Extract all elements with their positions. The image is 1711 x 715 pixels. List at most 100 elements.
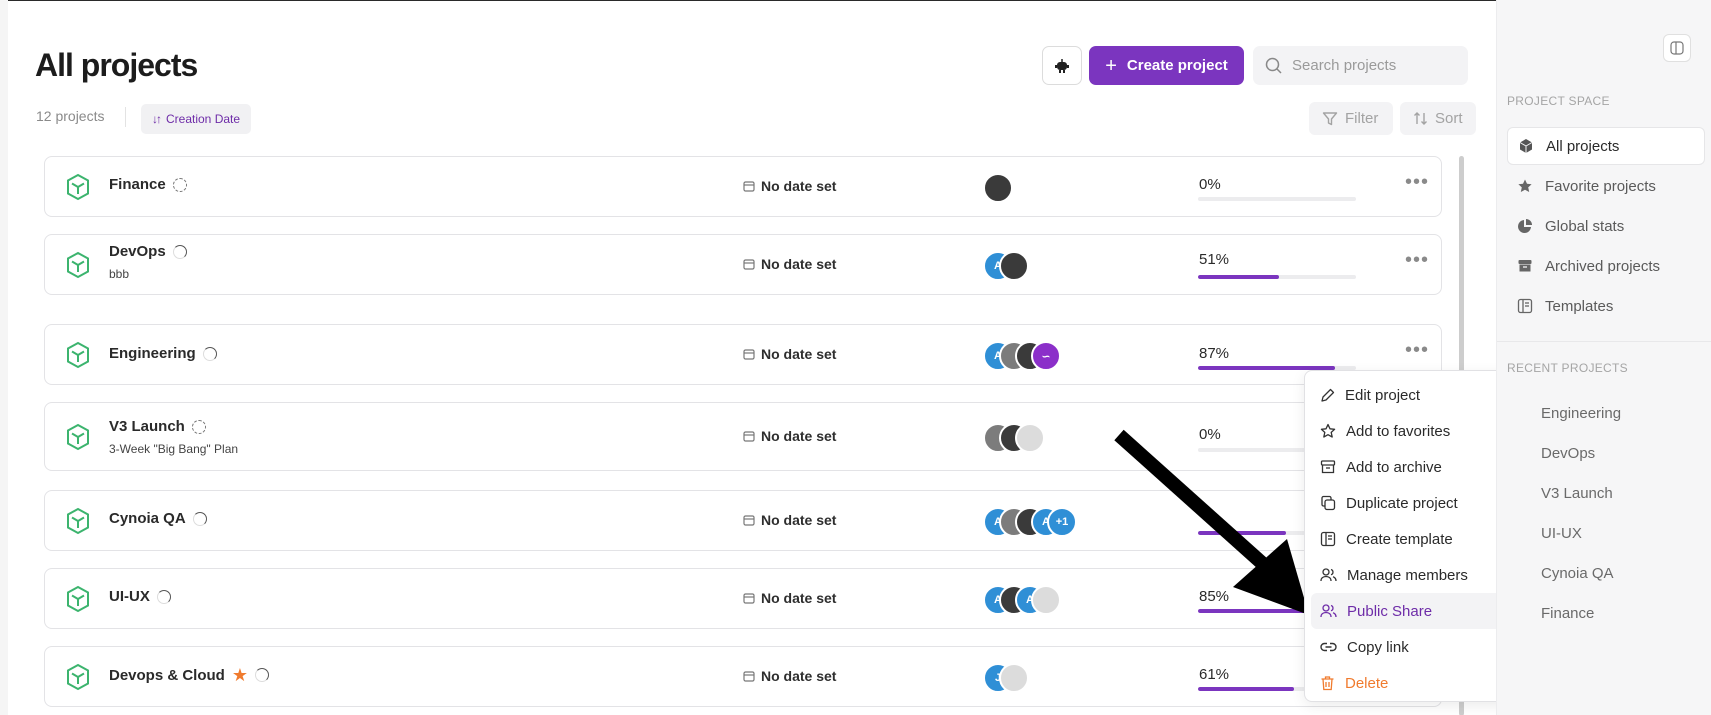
status-icon [156, 589, 171, 604]
member-avatars[interactable]: AA [983, 585, 1061, 615]
project-name-text: V3 Launch [109, 418, 185, 435]
project-name-text: Finance [109, 176, 166, 193]
more-options-button[interactable]: ••• [1405, 339, 1429, 362]
member-avatars[interactable] [983, 423, 1045, 453]
progress-percent: 87% [1199, 345, 1230, 362]
recent-project-link[interactable]: V3 Launch [1541, 485, 1613, 502]
nav-archived-projects[interactable]: Archived projects [1507, 247, 1705, 285]
menu-item-label: Create template [1346, 530, 1453, 548]
project-name: V3 Launch [109, 418, 206, 435]
cube-icon [1519, 139, 1533, 153]
search-box[interactable] [1253, 46, 1468, 85]
sort-chip[interactable]: ↓↑ Creation Date [141, 104, 252, 134]
menu-item-label: Manage members [1347, 566, 1468, 584]
recent-project-link[interactable]: Engineering [1541, 405, 1621, 422]
due-date-text: No date set [761, 428, 837, 444]
due-date: No date set [743, 178, 836, 194]
panel-toggle-icon [1670, 41, 1684, 55]
recent-project-link[interactable]: UI-UX [1541, 525, 1582, 542]
member-avatars[interactable]: A [983, 251, 1029, 281]
project-cube-icon [67, 173, 89, 201]
nav-favorite-projects[interactable]: Favorite projects [1507, 167, 1705, 205]
section-title-project-space: PROJECT SPACE [1507, 94, 1610, 108]
favorite-star-icon: ★ [231, 665, 248, 685]
member-avatars[interactable]: A A +1 [983, 507, 1077, 537]
filter-label: Filter [1345, 110, 1379, 127]
ai-assistant-button[interactable] [1042, 46, 1082, 85]
recent-project-link[interactable]: Finance [1541, 605, 1594, 622]
nav-global-stats[interactable]: Global stats [1507, 207, 1705, 245]
progress-fill [1198, 275, 1279, 279]
due-date-text: No date set [761, 346, 837, 362]
project-row-devops[interactable]: DevOps bbb No date set A 51% ••• [44, 234, 1442, 295]
project-row-finance[interactable]: Finance No date set 0% ••• [44, 156, 1442, 217]
pencil-icon [1321, 388, 1335, 402]
calendar-icon [743, 349, 755, 360]
project-name-text: Devops & Cloud [109, 666, 225, 684]
due-date: No date set [743, 428, 836, 444]
project-cube-icon [67, 585, 89, 613]
due-date: No date set [743, 668, 836, 684]
progress-percent: 51% [1199, 251, 1230, 268]
due-date-text: No date set [761, 668, 837, 684]
status-icon [192, 511, 207, 526]
sort-label: Sort [1435, 110, 1463, 127]
toggle-panel-button[interactable] [1663, 34, 1691, 62]
menu-item-label: Public Share [1347, 602, 1433, 620]
status-icon [172, 177, 187, 192]
page-title: All projects [35, 47, 198, 83]
progress-fill [1198, 687, 1295, 691]
progress-bar [1198, 275, 1356, 279]
nav-label: All projects [1546, 137, 1620, 155]
search-icon [1265, 57, 1282, 74]
project-name-text: DevOps [109, 243, 166, 260]
menu-item-label: Edit project [1345, 386, 1421, 404]
calendar-icon [743, 515, 755, 526]
recent-project-link[interactable]: DevOps [1541, 445, 1595, 462]
sort-button[interactable]: Sort [1400, 102, 1476, 135]
due-date: No date set [743, 512, 836, 528]
calendar-icon [743, 431, 755, 442]
robot-icon [1055, 58, 1069, 73]
project-cube-icon [67, 663, 89, 691]
recent-project-link[interactable]: Cynoia QA [1541, 565, 1614, 582]
nav-label: Archived projects [1545, 257, 1661, 275]
project-name-text: UI-UX [109, 588, 150, 605]
menu-item-label: Duplicate project [1346, 494, 1458, 512]
project-cube-icon [67, 251, 89, 279]
more-options-button[interactable]: ••• [1405, 249, 1429, 272]
calendar-icon [743, 259, 755, 270]
member-avatars[interactable] [983, 173, 1013, 203]
create-project-button[interactable]: + Create project [1089, 46, 1244, 85]
project-name: Engineering [109, 345, 217, 362]
more-options-button[interactable]: ••• [1405, 171, 1429, 194]
share-users-icon [1320, 604, 1337, 618]
menu-item-label: Delete [1345, 674, 1389, 692]
avatar [1031, 585, 1061, 615]
project-name-text: Engineering [109, 345, 196, 362]
member-avatars[interactable]: A ∽ [983, 341, 1061, 371]
project-row-engineering[interactable]: Engineering No date set A ∽ 87% ••• [44, 324, 1442, 385]
nav-all-projects[interactable]: All projects [1507, 127, 1705, 165]
sort-chip-label: Creation Date [166, 112, 241, 126]
nav-templates[interactable]: Templates [1507, 287, 1705, 325]
search-input[interactable] [1292, 57, 1462, 74]
plus-icon: + [1105, 54, 1117, 77]
due-date-text: No date set [761, 590, 837, 606]
filter-button[interactable]: Filter [1309, 102, 1393, 135]
project-name: UI-UX [109, 588, 171, 605]
template-icon [1320, 531, 1336, 547]
divider [1497, 341, 1711, 342]
project-row-devops-cloud[interactable]: Devops & Cloud ★ No date set J 61% [44, 646, 1442, 707]
project-name: Finance [109, 176, 187, 193]
menu-item-label: Add to favorites [1346, 422, 1451, 440]
star-icon [1518, 179, 1532, 192]
progress-percent: 61% [1199, 666, 1230, 683]
member-avatars[interactable]: J [983, 663, 1029, 693]
due-date: No date set [743, 346, 836, 362]
due-date-text: No date set [761, 178, 837, 194]
section-title-recent-projects: RECENT PROJECTS [1507, 361, 1628, 375]
project-name: Cynoia QA [109, 510, 207, 527]
avatar [999, 251, 1029, 281]
link-icon [1320, 642, 1337, 652]
